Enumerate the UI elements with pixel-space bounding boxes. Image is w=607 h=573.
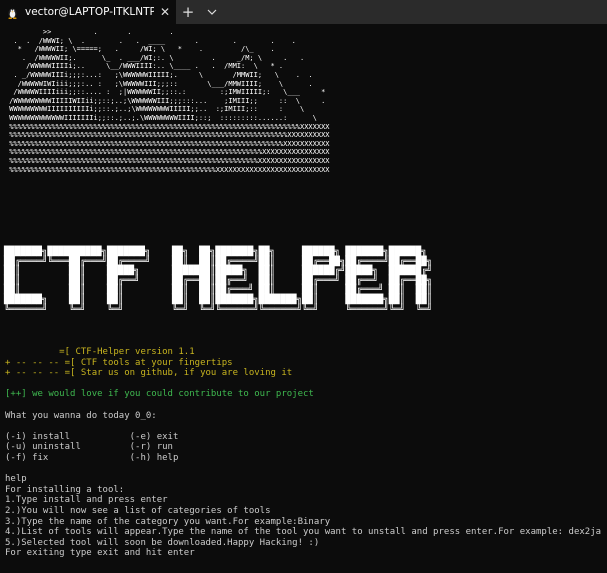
- new-tab-button[interactable]: +: [176, 0, 200, 24]
- ctf-helper-banner: ███████╗██████████╗███████╗ ██╗ ██╗█████…: [4, 247, 433, 315]
- terminal-lines: =[ CTF-Helper version 1.1 + -- -- -- =[ …: [5, 347, 601, 559]
- menu-line: (-f) fix (-h) help: [5, 452, 179, 463]
- tools-line: + -- -- -- =[ CTF tools at your fingerti…: [5, 357, 233, 368]
- chevron-down-icon: [207, 9, 217, 15]
- help-line: 1.Type install and press enter: [5, 495, 168, 506]
- terminal-tab[interactable]: vector@LAPTOP-ITKLNTPG: /mi ✕: [0, 0, 176, 24]
- linux-penguin-icon: [8, 7, 17, 19]
- ascii-art-landscape: >> . . . . . /WWWI; \ . . . ____ . . . .…: [9, 28, 330, 174]
- help-line: help: [5, 474, 27, 485]
- help-line: 5.)Selected tool will soon be downloaded…: [5, 537, 320, 548]
- menu-line: (-u) uninstall (-r) run: [5, 442, 173, 453]
- help-line: For exiting type exit and hit enter: [5, 548, 195, 559]
- terminal-output[interactable]: >> . . . . . /WWWI; \ . . . ____ . . . .…: [0, 24, 607, 573]
- title-bar: vector@LAPTOP-ITKLNTPG: /mi ✕ +: [0, 0, 607, 24]
- tab-title: vector@LAPTOP-ITKLNTPG: /mi: [25, 6, 154, 18]
- help-line: 4.)List of tools will appear.Type the na…: [5, 527, 602, 538]
- contribute-line: [++] we would love if you could contribu…: [5, 389, 314, 400]
- help-line: 2.)You will now see a list of categories…: [5, 505, 271, 516]
- help-line: 3.)Type the name of the category you wan…: [5, 516, 331, 527]
- star-line: + -- -- -- =[ Star us on github, if you …: [5, 368, 293, 379]
- tab-dropdown-button[interactable]: [200, 0, 224, 24]
- menu-line: (-i) install (-e) exit: [5, 431, 179, 442]
- help-line: For installing a tool:: [5, 484, 125, 495]
- close-tab-icon[interactable]: ✕: [160, 5, 170, 19]
- version-line: =[ CTF-Helper version 1.1: [5, 347, 195, 357]
- prompt-line: What you wanna do today 0_0:: [5, 410, 157, 421]
